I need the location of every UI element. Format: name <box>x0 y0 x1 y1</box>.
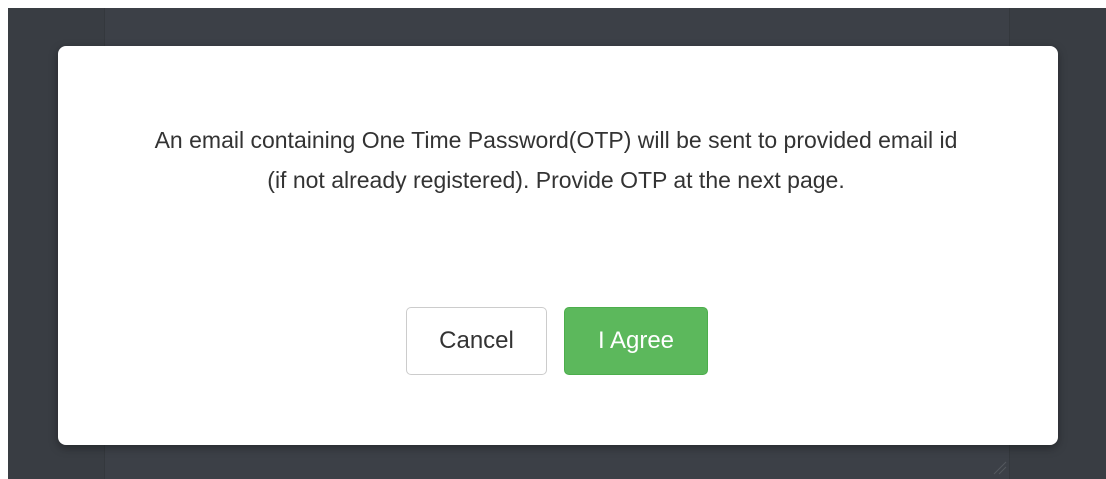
resize-grip-icon <box>993 461 1007 475</box>
agree-button[interactable]: I Agree <box>564 307 708 375</box>
cancel-button[interactable]: Cancel <box>406 307 547 375</box>
otp-confirmation-dialog: An email containing One Time Password(OT… <box>58 46 1058 445</box>
dialog-message: An email containing One Time Password(OT… <box>154 127 958 193</box>
